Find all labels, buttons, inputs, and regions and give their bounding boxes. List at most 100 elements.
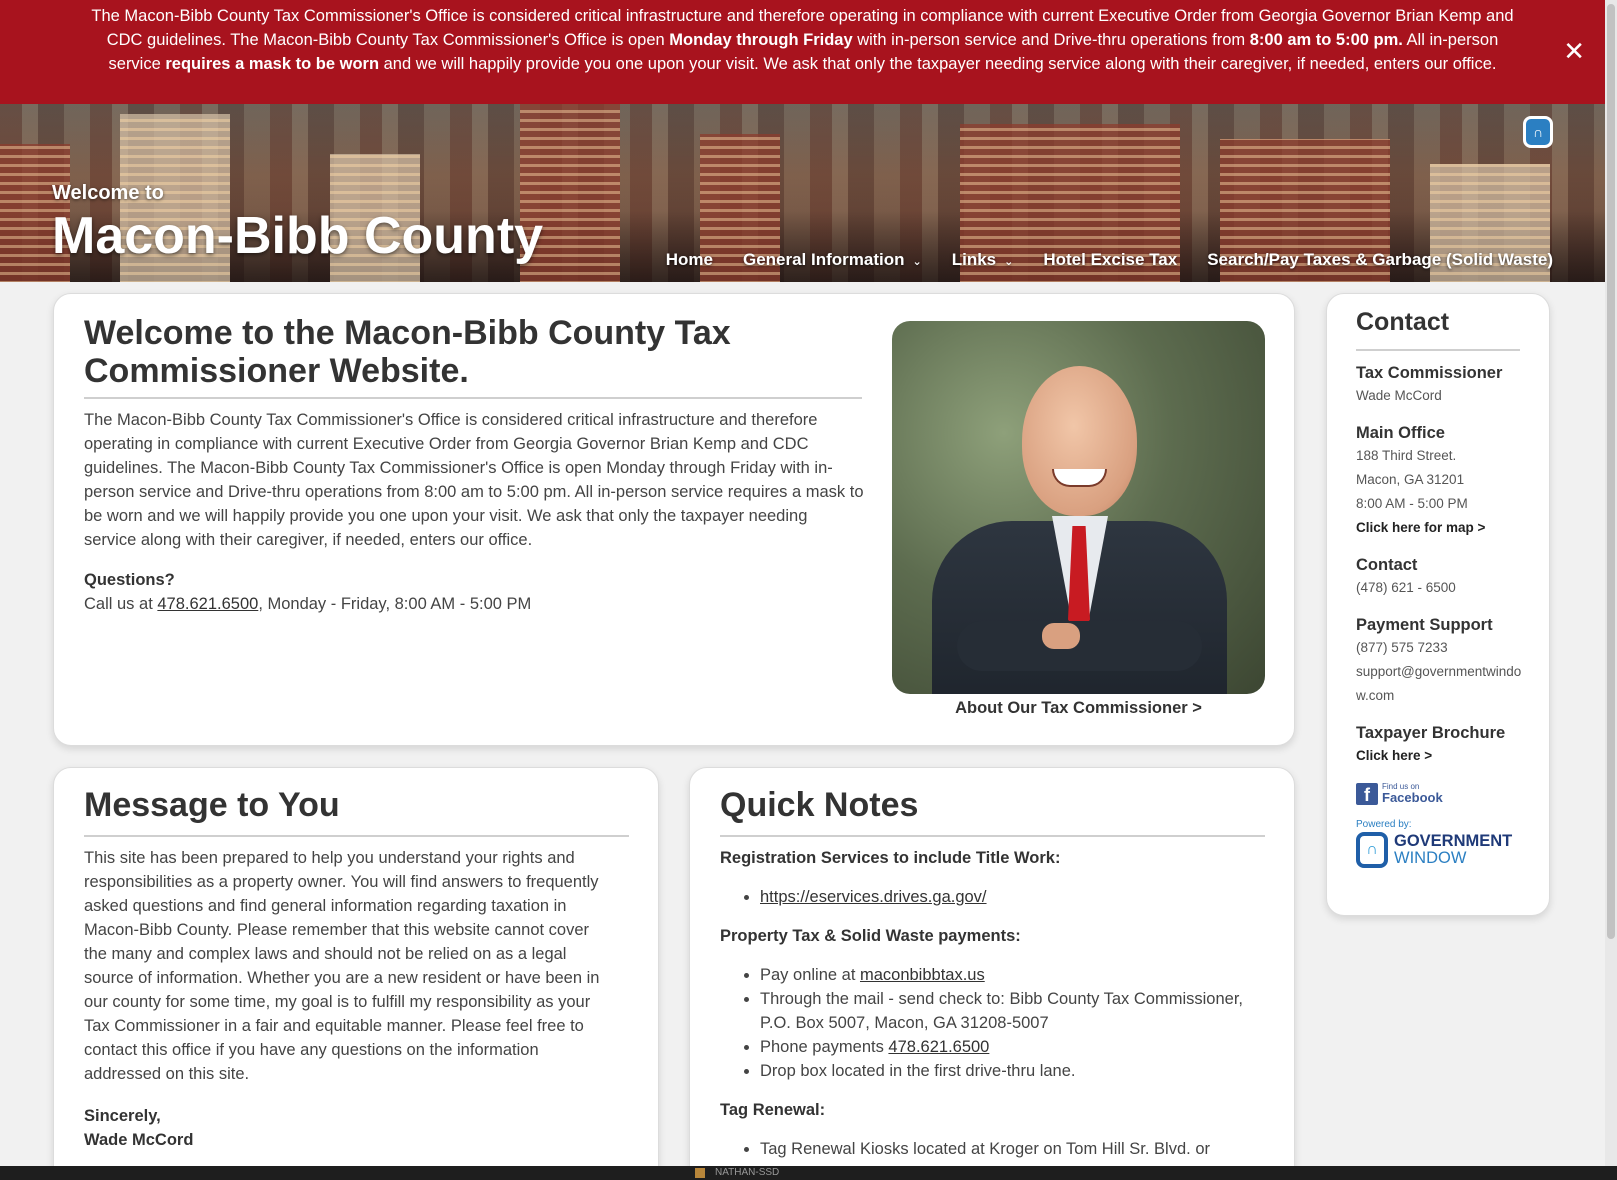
office-hours: 8:00 AM - 5:00 PM <box>1356 496 1468 511</box>
signature-name: Wade McCord <box>84 1131 194 1149</box>
quick-notes-card: Quick Notes Registration Services to inc… <box>689 767 1295 1180</box>
facebook-icon: f <box>1356 782 1378 805</box>
list-item: Tag Renewal Kiosks located at Kroger on … <box>760 1137 1265 1161</box>
payment-support-heading: Payment Support <box>1356 616 1493 634</box>
hero-header: Welcome to Macon-Bibb County ∩ Home Gene… <box>0 104 1605 282</box>
site-title[interactable]: Macon-Bibb County <box>52 204 543 268</box>
questions-block: Questions? Call us at 478.621.6500, Mond… <box>84 568 844 616</box>
divider <box>84 397 862 399</box>
brochure-link[interactable]: Click here > <box>1356 744 1526 768</box>
welcome-card: Welcome to the Macon-Bibb County Tax Com… <box>53 293 1295 746</box>
payment-support-block: Payment Support (877) 575 7233 support@g… <box>1356 614 1526 708</box>
alert-bold-mask: requires a mask to be worn <box>165 55 380 73</box>
tax-commissioner-heading: Tax Commissioner <box>1356 364 1503 382</box>
pay-online-link[interactable]: maconbibbtax.us <box>860 966 985 984</box>
contact-list: Tax Commissioner Wade McCord Main Office… <box>1356 362 1526 868</box>
taskbar-label[interactable]: NATHAN-SSD <box>715 1167 779 1178</box>
page-scrollbar[interactable] <box>1605 0 1617 1180</box>
quick-notes-content: Registration Services to include Title W… <box>720 846 1265 1176</box>
list-item: Drop box located in the first drive-thru… <box>760 1059 1265 1083</box>
pay-online-prefix: Pay online at <box>760 966 860 984</box>
registration-label: Registration Services to include Title W… <box>720 849 1061 867</box>
quick-notes-heading: Quick Notes <box>720 786 919 824</box>
main-office-heading: Main Office <box>1356 424 1445 442</box>
alert-bold-days: Monday through Friday <box>669 31 853 49</box>
nav-hotel-excise-tax[interactable]: Hotel Excise Tax <box>1043 250 1177 270</box>
scrollbar-thumb[interactable] <box>1607 4 1615 939</box>
gw-name: GOVERNMENT WINDOW <box>1394 833 1512 867</box>
call-us-line: Call us at 478.621.6500, Monday - Friday… <box>84 592 844 616</box>
message-heading: Message to You <box>84 786 340 824</box>
alert-text-4: and we will happily provide you one upon… <box>379 55 1497 73</box>
nav-links-label: Links <box>951 250 997 269</box>
list-item: Phone payments 478.621.6500 <box>760 1035 1265 1059</box>
phone-link[interactable]: 478.621.6500 <box>157 595 258 613</box>
main-nav: Home General Information ⌄ Links ⌄ Hotel E… <box>666 250 1553 270</box>
nav-general-information[interactable]: General Information ⌄ <box>743 250 922 270</box>
covid-alert-banner: The Macon-Bibb County Tax Commissioner's… <box>0 0 1605 104</box>
phone-payments-prefix: Phone payments <box>760 1038 889 1056</box>
contact-phone[interactable]: (478) 621 - 6500 <box>1356 576 1526 600</box>
main-office-block: Main Office 188 Third Street. Macon, GA … <box>1356 422 1526 540</box>
brochure-heading: Taxpayer Brochure <box>1356 724 1506 742</box>
os-taskbar: NATHAN-SSD <box>0 1166 1617 1180</box>
contact-sidebar: Contact Tax Commissioner Wade McCord Mai… <box>1326 293 1550 916</box>
welcome-heading: Welcome to the Macon-Bibb County Tax Com… <box>84 314 731 390</box>
contact-title: Contact <box>1356 308 1450 336</box>
signature-block: Sincerely, Wade McCord <box>84 1104 614 1152</box>
photo-head <box>1022 366 1137 516</box>
map-link[interactable]: Click here for map > <box>1356 516 1526 540</box>
support-phone[interactable]: (877) 575 7233 <box>1356 636 1526 660</box>
alert-bold-hours: 8:00 am to 5:00 pm. <box>1249 31 1403 49</box>
phone-payments-link[interactable]: 478.621.6500 <box>888 1038 989 1056</box>
contact-phone-block: Contact (478) 621 - 6500 <box>1356 554 1526 600</box>
facebook-text: Find us on Facebook <box>1382 782 1443 805</box>
facebook-link[interactable]: f Find us on Facebook <box>1356 782 1526 805</box>
alert-text-2: with in-person service and Drive-thru op… <box>852 31 1250 49</box>
photo-arms <box>957 621 1202 671</box>
government-window-logo[interactable]: Powered by: ∩ GOVERNMENT WINDOW <box>1356 819 1526 868</box>
nav-search-pay-taxes[interactable]: Search/Pay Taxes & Garbage (Solid Waste) <box>1207 250 1553 270</box>
powered-by-label: Powered by: <box>1356 819 1412 830</box>
property-tax-label: Property Tax & Solid Waste payments: <box>720 927 1021 945</box>
about-commissioner-link[interactable]: About Our Tax Commissioner > <box>892 699 1265 718</box>
call-suffix: , Monday - Friday, 8:00 AM - 5:00 PM <box>258 595 532 613</box>
office-address-1: 188 Third Street. <box>1356 448 1457 463</box>
divider <box>1356 349 1520 351</box>
close-icon[interactable]: ✕ <box>1563 38 1585 64</box>
sincerely-label: Sincerely, <box>84 1107 161 1125</box>
registration-list: https://eservices.drives.ga.gov/ <box>760 885 1265 909</box>
tax-commissioner-name: Wade McCord <box>1356 388 1442 403</box>
photo-hand <box>1042 623 1080 649</box>
tag-renewal-label: Tag Renewal: <box>720 1101 826 1119</box>
tag-renewal-list: Tag Renewal Kiosks located at Kroger on … <box>760 1137 1265 1161</box>
list-item: Through the mail - send check to: Bibb C… <box>760 987 1265 1035</box>
office-address-2: Macon, GA 31201 <box>1356 472 1465 487</box>
chevron-down-icon: ⌄ <box>912 256 922 268</box>
chevron-down-icon: ⌄ <box>1004 256 1014 268</box>
call-prefix: Call us at <box>84 595 158 613</box>
drives-link[interactable]: https://eservices.drives.ga.gov/ <box>760 888 987 906</box>
government-window-icon: ∩ <box>1356 832 1388 868</box>
divider <box>84 835 629 837</box>
welcome-paragraph: The Macon-Bibb County Tax Commissioner's… <box>84 411 864 549</box>
nav-home[interactable]: Home <box>666 250 713 270</box>
tax-commissioner-photo <box>892 321 1265 694</box>
gw-row: ∩ GOVERNMENT WINDOW <box>1356 832 1526 868</box>
message-paragraph: This site has been prepared to help you … <box>84 849 600 1083</box>
gw-name-1: GOVERNMENT <box>1394 832 1513 850</box>
drive-icon <box>695 1168 705 1178</box>
property-tax-list: Pay online at maconbibbtax.us Through th… <box>760 963 1265 1083</box>
list-item: https://eservices.drives.ga.gov/ <box>760 885 1265 909</box>
nav-links[interactable]: Links ⌄ <box>952 250 1014 270</box>
facebook-big: Facebook <box>1382 790 1443 805</box>
support-email[interactable]: support@governmentwindow.com <box>1356 660 1526 708</box>
questions-label: Questions? <box>84 571 175 589</box>
nav-general-label: General Information <box>742 250 905 269</box>
government-window-icon[interactable]: ∩ <box>1523 116 1553 148</box>
message-card: Message to You This site has been prepar… <box>53 767 659 1180</box>
welcome-to-label: Welcome to <box>52 182 164 204</box>
divider <box>720 835 1265 837</box>
tax-commissioner-block: Tax Commissioner Wade McCord <box>1356 362 1526 408</box>
contact-heading: Contact <box>1356 556 1418 574</box>
